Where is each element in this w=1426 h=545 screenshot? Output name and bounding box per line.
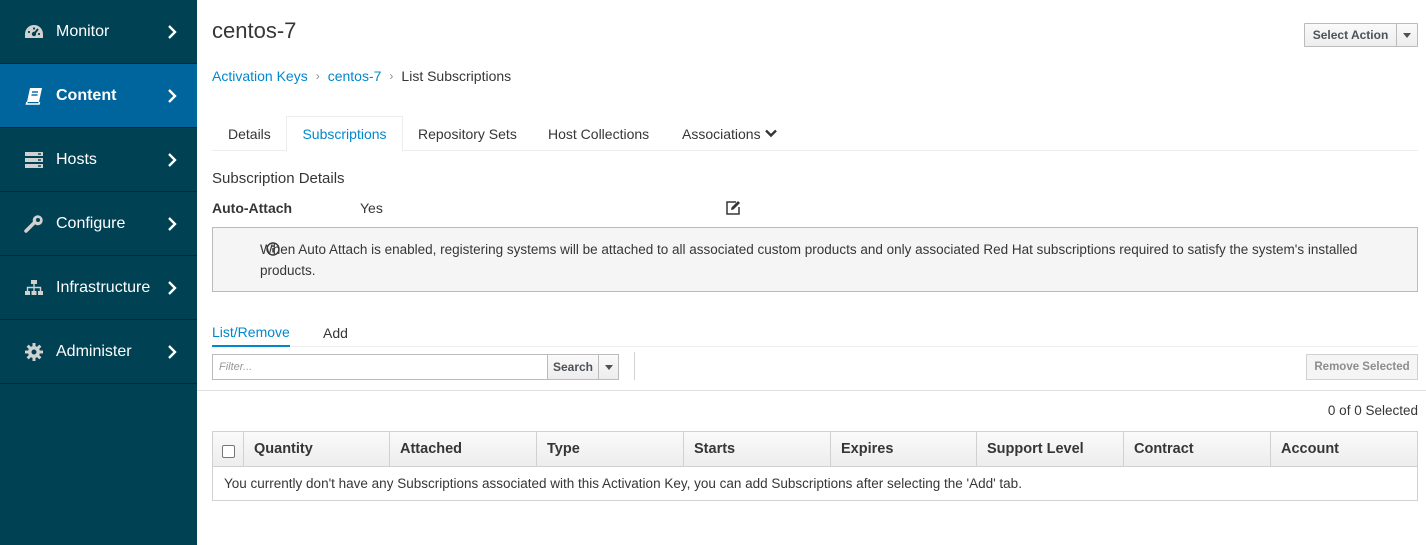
- tab-repository-sets[interactable]: Repository Sets: [418, 116, 517, 151]
- nav-item-monitor[interactable]: Monitor: [0, 0, 197, 64]
- chevron-right-icon: [165, 24, 179, 40]
- breadcrumb-separator: ›: [315, 69, 320, 83]
- sitemap-icon: [23, 277, 45, 299]
- remove-selected-button[interactable]: Remove Selected: [1306, 354, 1418, 380]
- server-icon: [23, 149, 45, 171]
- subscription-details-heading: Subscription Details: [212, 170, 345, 187]
- column-header-type[interactable]: Type: [537, 432, 684, 466]
- caret-down-icon: [604, 364, 613, 370]
- nav-item-hosts[interactable]: Hosts: [0, 128, 197, 192]
- book-icon: [23, 85, 45, 107]
- auto-attach-label: Auto-Attach: [212, 200, 293, 216]
- dashboard-icon: [23, 21, 45, 43]
- search-options-button[interactable]: [598, 354, 619, 380]
- nav-item-administer[interactable]: Administer: [0, 320, 197, 384]
- nav-label: Infrastructure: [56, 278, 151, 296]
- filter-input[interactable]: [212, 354, 548, 380]
- chevron-right-icon: [165, 88, 179, 104]
- breadcrumb-separator: ›: [389, 69, 394, 83]
- wrench-icon: [23, 213, 45, 235]
- column-header-support-level[interactable]: Support Level: [977, 432, 1124, 466]
- subscriptions-table: Quantity Attached Type Starts Expires Su…: [212, 431, 1418, 501]
- column-header-starts[interactable]: Starts: [684, 432, 831, 466]
- column-header-account[interactable]: Account: [1271, 432, 1417, 466]
- breadcrumb-activation-keys[interactable]: Activation Keys: [212, 68, 308, 84]
- breadcrumb-centos-7[interactable]: centos-7: [328, 68, 382, 84]
- info-text: When Auto Attach is enabled, registering…: [260, 242, 1358, 278]
- subtab-bar: List/Remove Add: [212, 318, 1418, 347]
- select-action-dropdown[interactable]: Select Action: [1304, 23, 1418, 47]
- nav-label: Administer: [56, 342, 132, 360]
- edit-icon[interactable]: [725, 200, 741, 216]
- divider: [197, 390, 1426, 391]
- tab-associations-label: Associations: [682, 125, 761, 142]
- select-action-label: Select Action: [1305, 24, 1397, 46]
- sidebar: Monitor Content Hosts Configure Infrastr…: [0, 0, 197, 545]
- gear-icon: [23, 341, 45, 363]
- select-all-cell: [213, 432, 244, 466]
- table-empty-row: You currently don't have any Subscriptio…: [224, 476, 1022, 491]
- nav-item-infrastructure[interactable]: Infrastructure: [0, 256, 197, 320]
- search-button[interactable]: Search: [547, 354, 599, 380]
- auto-attach-value: Yes: [360, 200, 383, 216]
- subtab-list-remove[interactable]: List/Remove: [212, 318, 290, 347]
- table-header: Quantity Attached Type Starts Expires Su…: [213, 432, 1417, 467]
- selected-count: 0 of 0 Selected: [1327, 403, 1418, 418]
- chevron-right-icon: [165, 152, 179, 168]
- auto-attach-info-box: When Auto Attach is enabled, registering…: [212, 227, 1418, 292]
- page-title: centos-7: [212, 18, 297, 43]
- nav-item-content[interactable]: Content: [0, 64, 197, 128]
- tab-bar: Details Subscriptions Repository Sets Ho…: [212, 116, 1418, 152]
- info-circle-icon: [266, 241, 280, 256]
- chevron-right-icon: [165, 344, 179, 360]
- select-all-checkbox[interactable]: [221, 444, 235, 458]
- tab-details[interactable]: Details: [228, 116, 271, 151]
- column-header-contract[interactable]: Contract: [1124, 432, 1271, 466]
- subtab-add[interactable]: Add: [323, 318, 348, 347]
- chevron-right-icon: [165, 280, 179, 296]
- nav-label: Hosts: [56, 150, 97, 168]
- nav-label: Monitor: [56, 22, 110, 40]
- nav-item-configure[interactable]: Configure: [0, 192, 197, 256]
- column-header-expires[interactable]: Expires: [831, 432, 977, 466]
- tab-subscriptions[interactable]: Subscriptions: [286, 116, 403, 152]
- breadcrumb-current: List Subscriptions: [401, 68, 512, 84]
- caret-down-icon: [1397, 24, 1417, 46]
- divider: [634, 352, 635, 380]
- tab-associations[interactable]: Associations: [682, 116, 777, 151]
- nav-label: Content: [56, 86, 117, 104]
- nav-label: Configure: [56, 214, 126, 232]
- column-header-attached[interactable]: Attached: [390, 432, 537, 466]
- tab-host-collections[interactable]: Host Collections: [548, 116, 649, 151]
- column-header-quantity[interactable]: Quantity: [244, 432, 390, 466]
- chevron-right-icon: [165, 216, 179, 232]
- breadcrumb: Activation Keys › centos-7 › List Subscr…: [212, 68, 511, 84]
- chevron-down-icon: [764, 129, 777, 138]
